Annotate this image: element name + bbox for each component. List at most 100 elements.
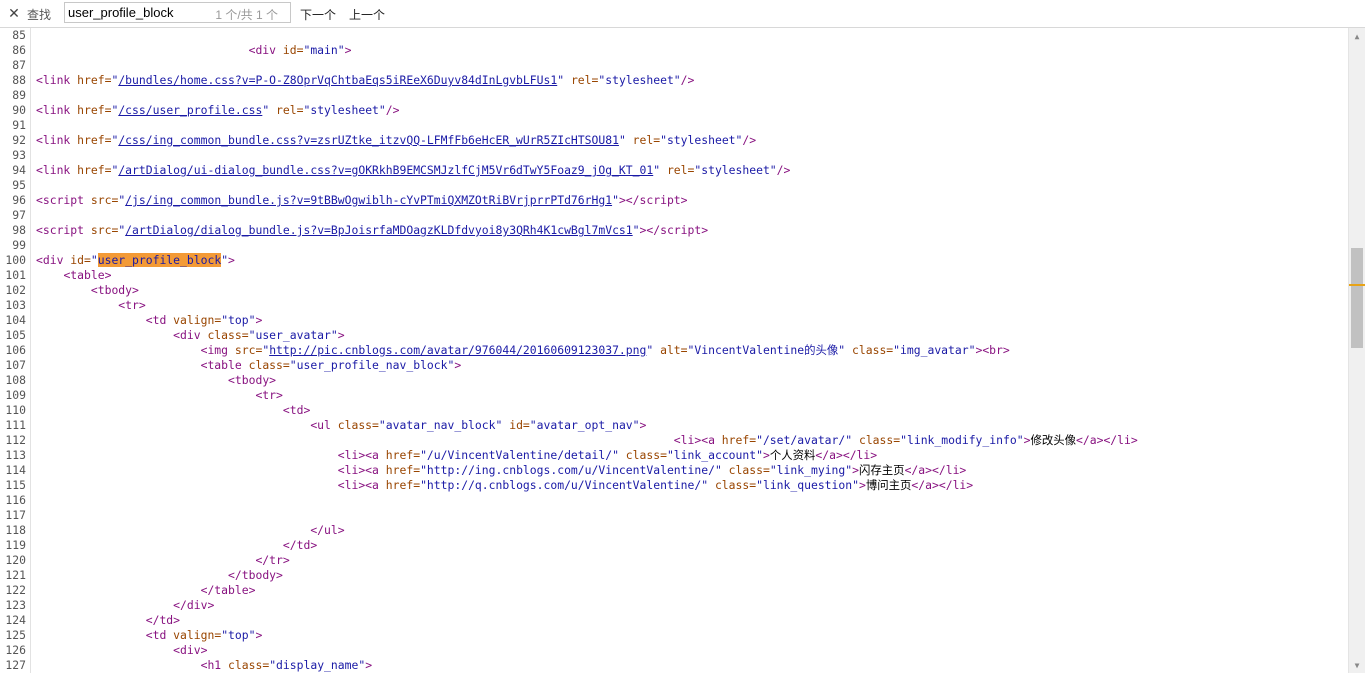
line-number: 106 bbox=[5, 343, 26, 357]
line-code: <link href="/css/ing_common_bundle.css?v… bbox=[36, 133, 757, 147]
line-code: <table class="user_profile_nav_block"> bbox=[200, 358, 462, 372]
line-code: </ul> bbox=[310, 523, 345, 537]
line-number: 103 bbox=[5, 298, 26, 312]
line-number: 111 bbox=[5, 418, 26, 432]
line-code: <div id="main"> bbox=[248, 43, 352, 57]
source-code-view[interactable]: 85 86 <div id="main"> 87 88 <link href="/bun… bbox=[0, 28, 1348, 673]
source-line: 90 <link href="/css/user_profile.css" rel… bbox=[0, 103, 1348, 118]
line-number: 125 bbox=[5, 628, 26, 642]
line-number: 100 bbox=[5, 253, 26, 267]
line-code: <link href="/bundles/home.css?v=P-O-Z8Op… bbox=[36, 73, 695, 87]
line-number: 85 bbox=[12, 28, 26, 42]
line-number: 96 bbox=[12, 193, 26, 207]
line-number: 112 bbox=[5, 433, 26, 447]
line-number: 110 bbox=[5, 403, 26, 417]
source-line: 89 bbox=[0, 88, 1348, 103]
source-line: 106 <img src="http://pic.cnblogs.com/ava… bbox=[0, 343, 1348, 358]
line-number: 95 bbox=[12, 178, 26, 192]
line-number: 93 bbox=[12, 148, 26, 162]
line-number: 86 bbox=[12, 43, 26, 57]
source-line: 100 <div id="user_profile_block"> bbox=[0, 253, 1348, 268]
line-code: <link href="/css/user_profile.css" rel="… bbox=[36, 103, 400, 117]
line-number: 90 bbox=[12, 103, 26, 117]
match-count: 1 个/共 1 个 bbox=[215, 8, 278, 22]
source-line: 97 bbox=[0, 208, 1348, 223]
source-line: 119 </td> bbox=[0, 538, 1348, 553]
find-label: 查找 bbox=[27, 8, 52, 22]
source-line: 88 <link href="/bundles/home.css?v=P-O-Z8… bbox=[0, 73, 1348, 88]
line-code: <ul class="avatar_nav_block" id="avatar_… bbox=[310, 418, 647, 432]
source-line: 94 <link href="/artDialog/ui-dialog_bundl… bbox=[0, 163, 1348, 178]
scrollbar-thumb[interactable] bbox=[1351, 248, 1363, 348]
line-number: 101 bbox=[5, 268, 26, 282]
line-code: <script src="/artDialog/dialog_bundle.js… bbox=[36, 223, 709, 237]
source-line: 96 <script src="/js/ing_common_bundle.js?… bbox=[0, 193, 1348, 208]
line-code: <div class="user_avatar"> bbox=[173, 328, 345, 342]
source-line: 121 </tbody> bbox=[0, 568, 1348, 583]
line-number: 116 bbox=[5, 493, 26, 507]
source-line: 114 <li><a href="http://ing.cnblogs.com/… bbox=[0, 463, 1348, 478]
vertical-scrollbar[interactable]: ▲ ▼ bbox=[1348, 28, 1365, 673]
scroll-down-icon[interactable]: ▼ bbox=[1349, 657, 1365, 673]
line-number: 117 bbox=[5, 508, 26, 522]
line-code: </td> bbox=[282, 538, 318, 552]
source-line: 102 <tbody> bbox=[0, 283, 1348, 298]
source-line: 127 <h1 class="display_name"> bbox=[0, 658, 1348, 673]
line-number: 88 bbox=[12, 73, 26, 87]
line-number: 126 bbox=[5, 643, 26, 657]
line-number: 99 bbox=[12, 238, 26, 252]
line-number: 120 bbox=[5, 553, 26, 567]
source-line: 101 <table> bbox=[0, 268, 1348, 283]
line-code: <td> bbox=[282, 403, 311, 417]
source-line: 118 </ul> bbox=[0, 523, 1348, 538]
line-code: <div id="user_profile_block"> bbox=[36, 253, 235, 267]
line-number: 108 bbox=[5, 373, 26, 387]
line-code: <li><a href="http://q.cnblogs.com/u/Vinc… bbox=[337, 478, 974, 492]
line-code: <li><a href="http://ing.cnblogs.com/u/Vi… bbox=[337, 463, 967, 477]
line-code: <td valign="top"> bbox=[145, 313, 263, 327]
line-code: </div> bbox=[173, 598, 215, 612]
line-number: 121 bbox=[5, 568, 26, 582]
source-line: 105 <div class="user_avatar"> bbox=[0, 328, 1348, 343]
source-line: 99 bbox=[0, 238, 1348, 253]
line-code: <li><a href="/set/avatar/" class="link_m… bbox=[673, 433, 1138, 447]
line-code: <tr> bbox=[255, 388, 283, 402]
line-number: 97 bbox=[12, 208, 26, 222]
line-code: <h1 class="display_name"> bbox=[200, 658, 373, 672]
source-line: 110 <td> bbox=[0, 403, 1348, 418]
source-line: 113 <li><a href="/u/VincentValentine/det… bbox=[0, 448, 1348, 463]
line-code: </table> bbox=[200, 583, 256, 597]
line-code: </tr> bbox=[255, 553, 290, 567]
line-number: 124 bbox=[5, 613, 26, 627]
find-next-button[interactable]: 下一个 bbox=[300, 6, 336, 23]
line-code: </td> bbox=[145, 613, 181, 627]
line-code: <link href="/artDialog/ui-dialog_bundle.… bbox=[36, 163, 791, 177]
scroll-up-icon[interactable]: ▲ bbox=[1349, 28, 1365, 44]
line-number: 109 bbox=[5, 388, 26, 402]
line-code: <li><a href="/u/VincentValentine/detail/… bbox=[337, 448, 878, 462]
line-number: 123 bbox=[5, 598, 26, 612]
source-line: 124 </td> bbox=[0, 613, 1348, 628]
line-number: 119 bbox=[5, 538, 26, 552]
source-line: 87 bbox=[0, 58, 1348, 73]
source-line: 86 <div id="main"> bbox=[0, 43, 1348, 58]
line-code: <div> bbox=[173, 643, 208, 657]
source-line: 91 bbox=[0, 118, 1348, 133]
find-bar: ✕ 查找 1 个/共 1 个 下一个 上一个 bbox=[0, 0, 1365, 28]
source-line: 125 <td valign="top"> bbox=[0, 628, 1348, 643]
line-number: 115 bbox=[5, 478, 26, 492]
source-line: 115 <li><a href="http://q.cnblogs.com/u/… bbox=[0, 478, 1348, 493]
source-line: 103 <tr> bbox=[0, 298, 1348, 313]
line-number: 114 bbox=[5, 463, 26, 477]
line-code: <script src="/js/ing_common_bundle.js?v=… bbox=[36, 193, 688, 207]
find-input-box[interactable]: 1 个/共 1 个 bbox=[64, 2, 291, 23]
source-line: 107 <table class="user_profile_nav_block… bbox=[0, 358, 1348, 373]
line-number: 102 bbox=[5, 283, 26, 297]
find-previous-button[interactable]: 上一个 bbox=[349, 6, 385, 23]
close-icon[interactable]: ✕ bbox=[6, 4, 22, 22]
source-line: 85 bbox=[0, 28, 1348, 43]
line-code: </tbody> bbox=[228, 568, 283, 582]
line-code: <tr> bbox=[118, 298, 146, 312]
line-number: 104 bbox=[5, 313, 26, 327]
find-input[interactable] bbox=[68, 4, 208, 21]
